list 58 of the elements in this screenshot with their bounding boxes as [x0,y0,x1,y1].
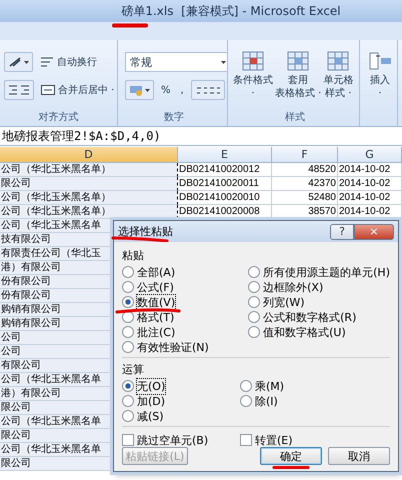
group-label: 对齐方式 [38,110,80,125]
underline-mark [112,23,148,28]
merge-icon [41,84,55,96]
column-header[interactable]: G [338,147,402,163]
caret-icon [24,60,29,64]
table-cell: 公司（华北玉米黑名单） [0,191,178,205]
merge-center-button[interactable]: 合并后居中 · [38,81,117,99]
radio-option[interactable]: 公式和数字格式(R) [248,310,390,324]
caret-icon [145,88,150,92]
table-cell: 2014-10-02 [338,191,402,205]
group-label: 样式 [284,110,306,125]
group-label: 数字 [163,110,185,125]
help-button[interactable]: ? [330,224,354,240]
column-header[interactable]: D [0,147,178,163]
radio-option[interactable]: 值和数字格式(U) [248,325,390,339]
dialog-button[interactable]: 取消 [328,447,390,465]
percent-button[interactable]: % [158,82,174,98]
column-header[interactable]: F [272,147,338,163]
orientation-icon [8,56,22,68]
table-cell: 42370 [272,177,338,191]
section-label: 粘贴 [122,248,145,263]
insert-button[interactable]: 插入 · [363,50,397,100]
radio-option[interactable]: 列宽(W) [248,295,390,309]
column-header[interactable]: E [178,147,272,163]
caret-icon [221,60,226,64]
radio-option[interactable]: 除(I) [240,394,390,408]
table-cell: 限公司 [0,177,178,191]
number-format-dropdown[interactable]: 常规 [125,52,227,72]
underline-mark [115,308,181,314]
radio-option[interactable]: 乘(M) [240,379,390,393]
indent-icon [8,84,30,96]
table-cell: DB021410020010 [178,191,272,205]
formula-text[interactable]: 地磅报表管理2!$A:$D,4,0) [0,128,161,144]
table-cell: 2014-10-02 [338,163,402,177]
underline-mark [272,465,310,470]
indent-button[interactable] [4,80,34,100]
table-cell: 52480 [272,191,338,205]
table-cell: DB021410020012 [178,163,272,177]
table-cell: 48520 [272,163,338,177]
radio-option[interactable]: 所有使用源主题的单元(H) [248,265,390,279]
table-cell: 公司（华北玉米黑名单） [0,205,178,219]
wrap-text-button[interactable]: 自动换行 [37,53,100,71]
table-cell: 公司（华北玉米黑名单） [0,163,178,177]
style-button[interactable]: 条件格式 · [232,50,274,100]
comma-button[interactable]: , [178,82,187,98]
underline-mark [111,236,169,242]
money-icon [129,84,143,96]
table-cell: DB021410020011 [178,177,272,191]
dialog-button[interactable]: 确定 [260,447,322,465]
wrap-text-icon [40,56,54,68]
window-title: 磅单1.xls [兼容模式] - Microsoft Excel [120,2,341,20]
style-button[interactable]: 单元格 样式 · [322,50,354,100]
style-button[interactable]: 套用 表格格式 · [274,50,322,100]
checkbox-option[interactable]: 转置(E) [240,433,390,447]
table-cell: 2014-10-02 [338,177,402,191]
decimal-button[interactable] [190,80,225,100]
orientation-button[interactable] [4,52,33,72]
radio-option[interactable]: 边框除外(X) [248,280,390,294]
